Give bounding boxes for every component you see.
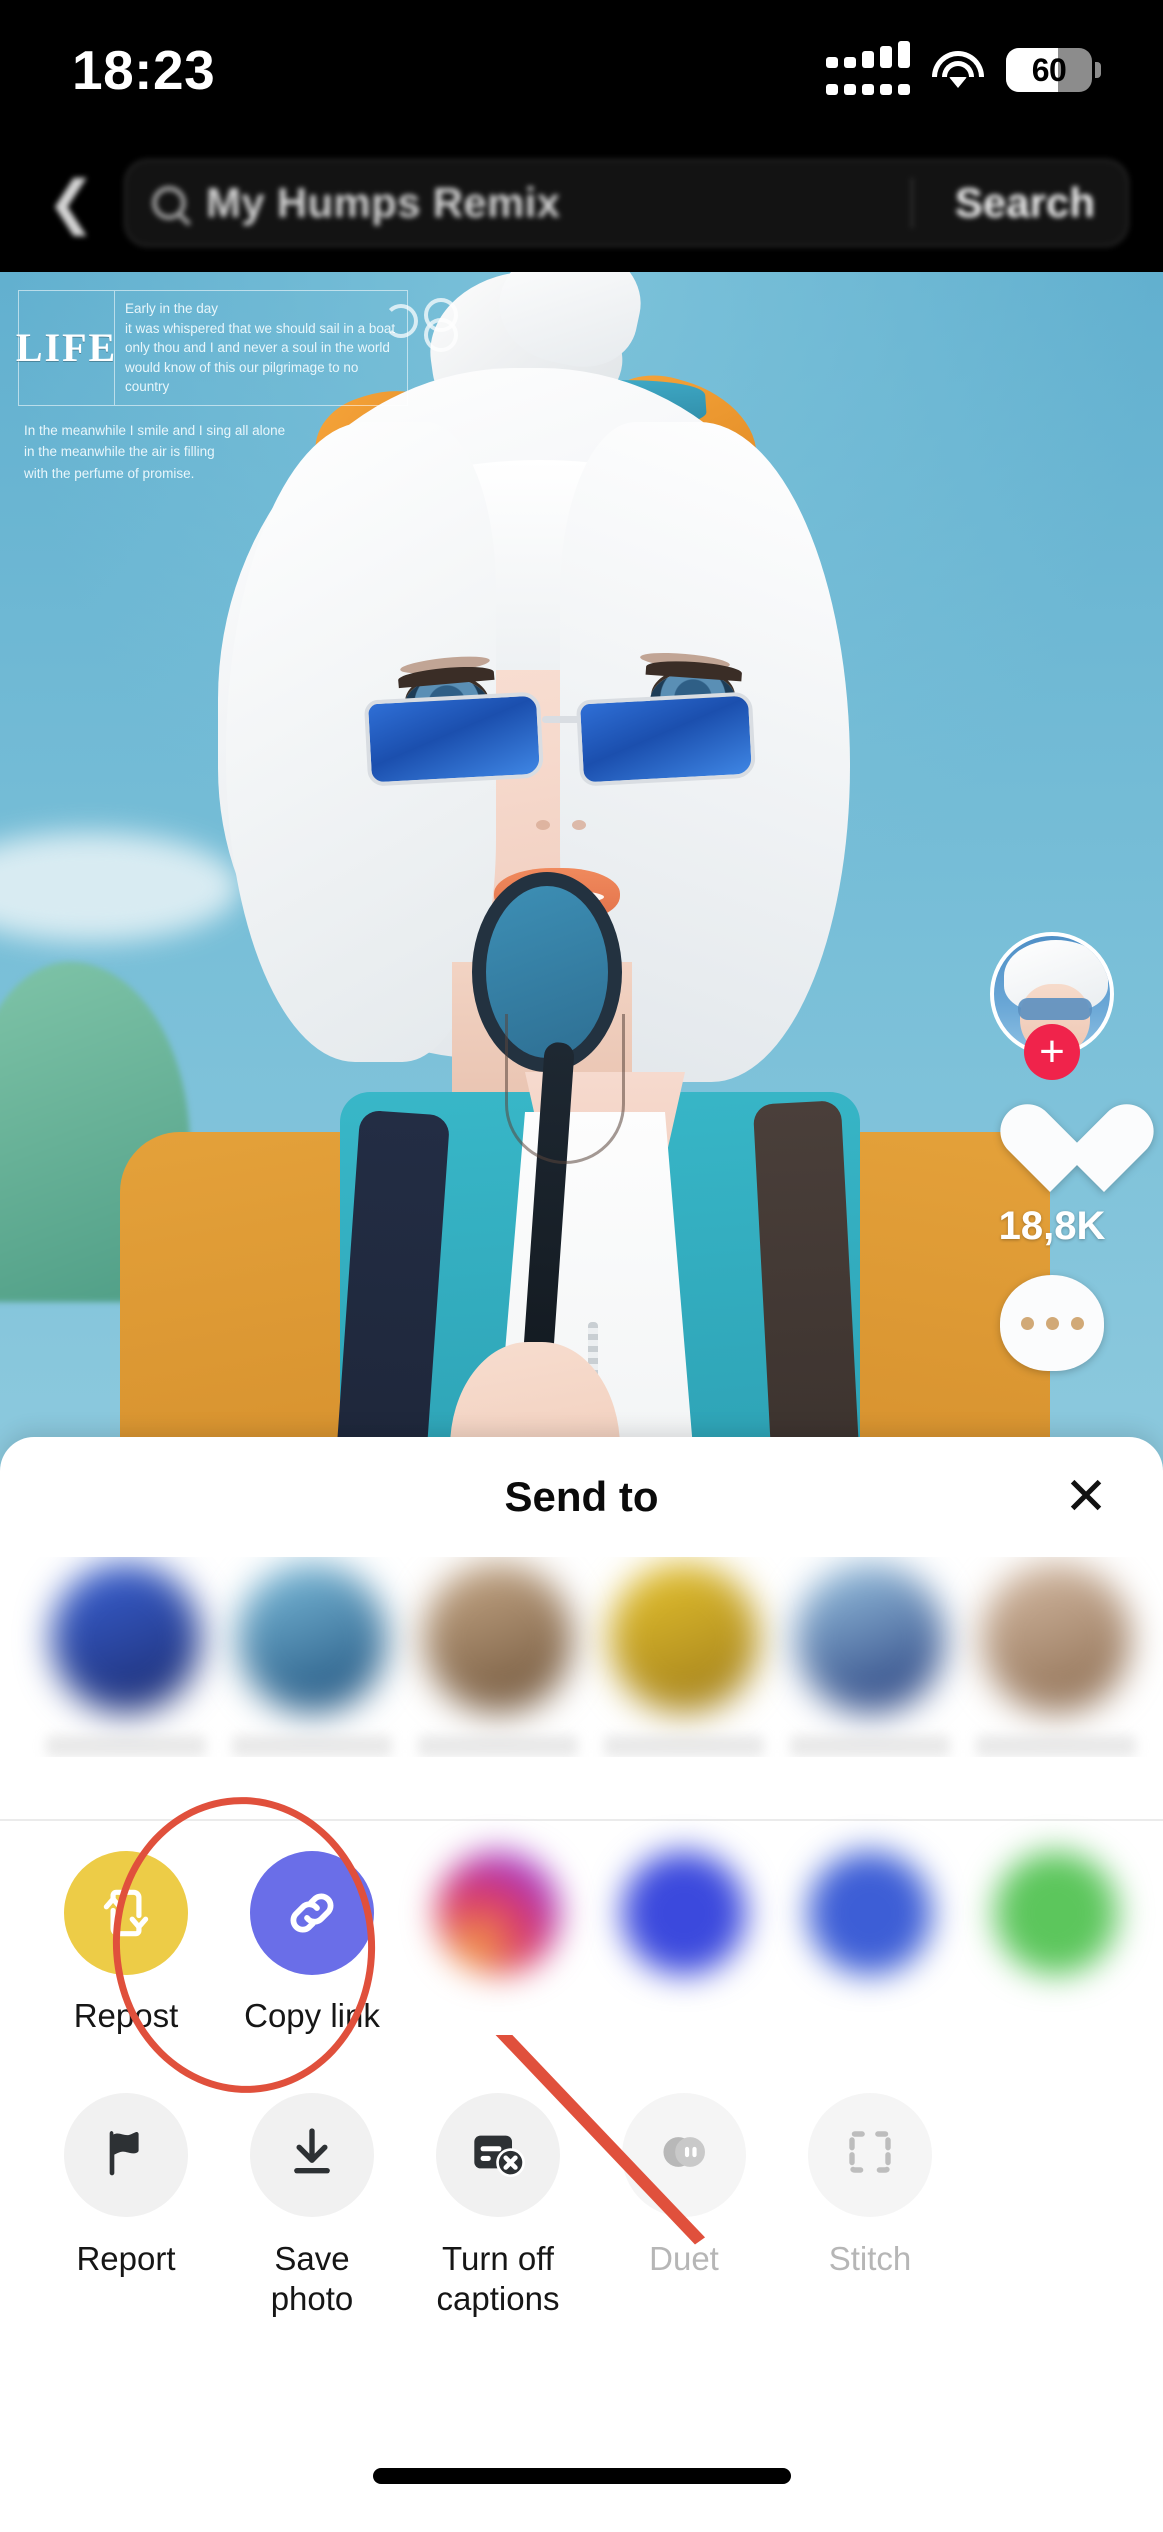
search-input[interactable]: My Humps Remix (206, 179, 891, 227)
contact-item[interactable] (418, 1563, 578, 1757)
back-chevron-icon[interactable]: ❮ (34, 166, 108, 240)
close-icon[interactable]: ✕ (1057, 1468, 1115, 1526)
contact-name (46, 1735, 206, 1757)
repost-icon (95, 1882, 157, 1944)
status-bar: 18:23 60 (0, 0, 1163, 140)
action-label: Turn off captions (436, 2239, 560, 2317)
status-time: 18:23 (72, 39, 216, 101)
share-target-label: Repost (73, 1997, 179, 2034)
plus-icon[interactable]: + (1024, 1024, 1080, 1080)
lyric-subline: in the meanwhile the air is filling (24, 444, 215, 460)
avatar[interactable]: + (990, 932, 1114, 1080)
contact-item[interactable] (232, 1563, 392, 1757)
lyric-line: it was whispered that we should sail in … (125, 320, 396, 336)
contact-item[interactable] (976, 1563, 1136, 1757)
wifi-icon (932, 51, 984, 89)
action-save-photo[interactable]: Save photo (232, 2092, 392, 2318)
actions-row: Report Save photo Turn off captions Duet… (0, 2034, 1163, 2318)
action-label: Stitch (828, 2239, 912, 2277)
contact-avatar (609, 1563, 759, 1713)
action-duet: Duet (604, 2092, 764, 2318)
contact-name (790, 1735, 950, 1757)
download-icon (284, 2124, 340, 2185)
contact-name (418, 1735, 578, 1757)
comment-bubble-icon (1000, 1275, 1104, 1371)
lyric-subline: with the perfume of promise. (24, 466, 195, 481)
action-stitch: Stitch (790, 2092, 950, 2318)
status-indicators: 60 (826, 40, 1101, 95)
search-divider (910, 178, 913, 228)
share-target-whatsapp[interactable] (976, 1851, 1136, 2035)
contact-avatar (981, 1563, 1131, 1713)
share-target-facebook[interactable] (790, 1851, 950, 2035)
share-target-instagram[interactable] (418, 1851, 578, 2035)
search-field[interactable]: My Humps Remix Search (124, 159, 1129, 247)
battery-level: 60 (1031, 51, 1067, 88)
stitch-icon (843, 2125, 897, 2184)
contact-name (604, 1735, 764, 1757)
share-target-copy-link[interactable]: Copy link (232, 1851, 392, 2035)
lyric-badge: LIFE (15, 325, 118, 371)
share-targets-row: Repost Copy link (0, 1788, 1163, 2102)
link-icon (279, 1880, 345, 1946)
watermark-icon (384, 298, 504, 358)
search-icon (152, 186, 186, 220)
action-label: Save photo (270, 2239, 354, 2317)
contact-avatar (423, 1563, 573, 1713)
contact-item[interactable] (790, 1563, 950, 1757)
battery-icon: 60 (1006, 48, 1101, 92)
lyric-line: Early in the day (125, 301, 219, 316)
flag-icon (98, 2124, 154, 2185)
contact-avatar (237, 1563, 387, 1713)
contact-item[interactable] (46, 1563, 206, 1757)
contact-name (232, 1735, 392, 1757)
heart-icon (1000, 1102, 1104, 1196)
like-count: 18,8K (998, 1204, 1106, 1248)
home-indicator (372, 2468, 791, 2484)
lyric-overlay: LIFE Early in the day it was whispered t… (15, 290, 408, 485)
search-header: ❮ My Humps Remix Search (0, 148, 1163, 258)
captions-off-icon (469, 2123, 527, 2186)
share-target-telegram[interactable] (604, 1851, 764, 2035)
phone-screen: 18:23 60 ❮ My Humps Remix Search LIFE Ea… (0, 0, 1163, 2532)
share-target-label: Copy link (244, 1997, 380, 2034)
contact-avatar (795, 1563, 945, 1713)
comment-button[interactable] (977, 1275, 1127, 1371)
action-label: Report (76, 2239, 176, 2277)
share-sheet-header: Send to ✕ (0, 1437, 1163, 1557)
sunglasses (363, 691, 766, 787)
like-button[interactable]: 18,8K (977, 1102, 1127, 1249)
share-target-repost[interactable]: Repost (46, 1851, 206, 2035)
search-button[interactable]: Search (955, 179, 1101, 227)
cellular-signal-icon (826, 40, 910, 95)
contacts-list[interactable] (0, 1557, 1163, 1757)
contact-item[interactable] (604, 1563, 764, 1757)
share-target-label (418, 1997, 578, 2035)
share-sheet-title: Send to (504, 1473, 659, 1520)
share-sheet: Send to ✕ Repost Copy link Report Save p… (0, 1437, 1163, 2532)
duet-icon (656, 2124, 712, 2185)
lyric-line: only thou and I and never a soul in the … (125, 340, 390, 356)
lyric-line: would know of this our pilgrimage to no … (125, 359, 359, 395)
share-target-label (604, 1997, 764, 2035)
action-turn-off-captions[interactable]: Turn off captions (418, 2092, 578, 2318)
action-report[interactable]: Report (46, 2092, 206, 2318)
action-label: Duet (649, 2239, 719, 2277)
contact-avatar (51, 1563, 201, 1713)
lyric-subline: In the meanwhile I smile and I sing all … (24, 422, 286, 438)
video-action-rail: + 18,8K (977, 932, 1127, 1397)
contact-name (976, 1735, 1136, 1757)
share-target-label (976, 1997, 1136, 2035)
share-target-label (790, 1997, 950, 2035)
